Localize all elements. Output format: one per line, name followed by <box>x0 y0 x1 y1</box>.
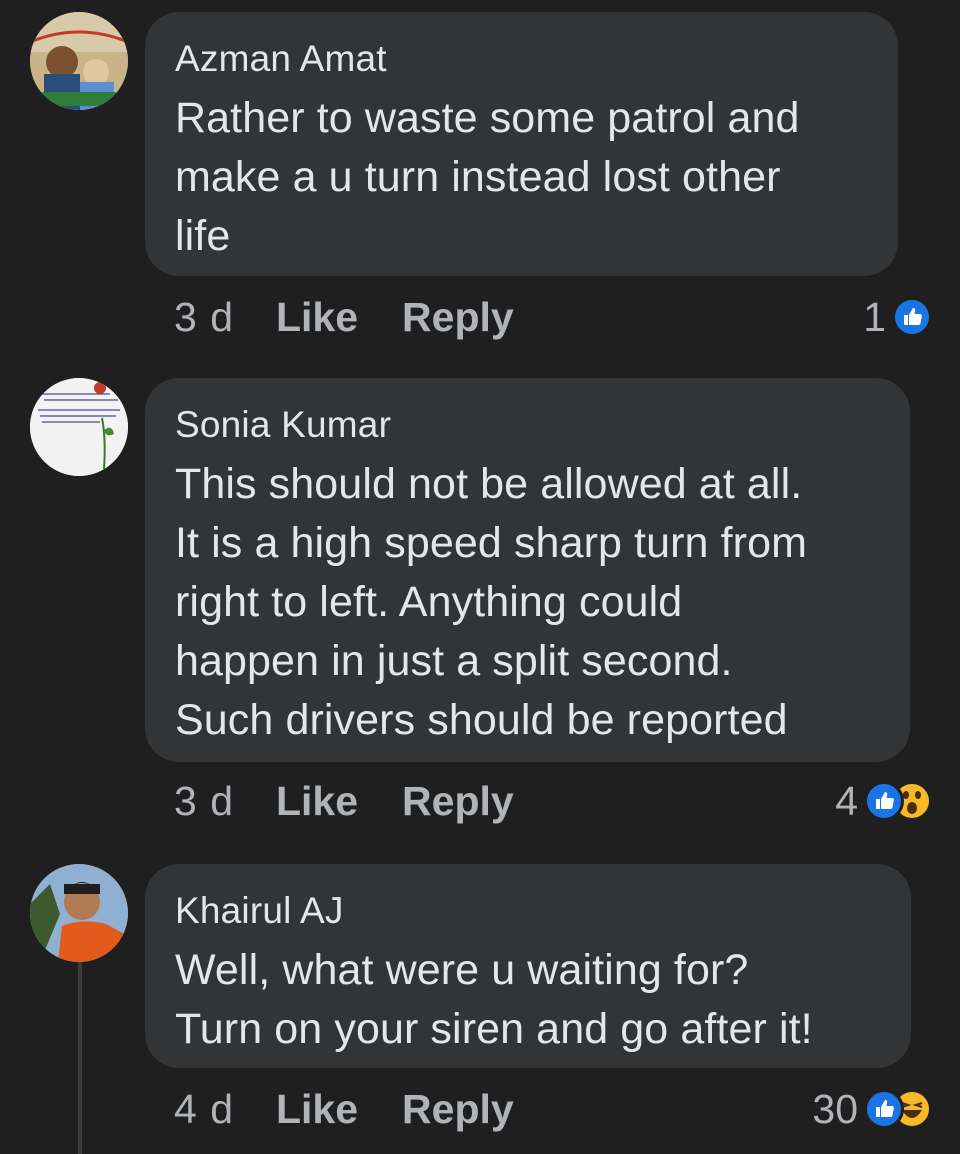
comment-timestamp[interactable]: 3 d <box>174 778 234 825</box>
comment-text: Well, what were u waiting for? Turn on y… <box>175 941 881 1059</box>
comment-bubble: Khairul AJ Well, what were u waiting for… <box>145 864 911 1068</box>
comment-text-line: Turn on your siren and go after it! <box>175 1005 813 1053</box>
like-icon <box>864 781 904 821</box>
reply-button[interactable]: Reply <box>402 1086 514 1133</box>
comment-timestamp[interactable]: 4 d <box>174 1086 234 1133</box>
comment-text-line: Rather to waste some patrol and <box>175 94 800 142</box>
reaction-summary[interactable]: 30 <box>812 1084 932 1134</box>
comment-text-line: right to left. Anything could <box>175 578 683 626</box>
comment-text: Rather to waste some patrol and make a u… <box>175 89 868 266</box>
comment-author[interactable]: Azman Amat <box>175 34 868 84</box>
reply-button[interactable]: Reply <box>402 778 514 825</box>
avatar-photo-icon <box>30 378 128 476</box>
avatar[interactable] <box>30 864 128 962</box>
avatar-photo-icon <box>30 864 128 962</box>
comment-author[interactable]: Khairul AJ <box>175 886 881 936</box>
comment-bubble: Azman Amat Rather to waste some patrol a… <box>145 12 898 276</box>
comment-actions: 3 d Like Reply <box>174 776 514 826</box>
comment-author[interactable]: Sonia Kumar <box>175 400 880 450</box>
comment-text-line: make a u turn instead lost other <box>175 153 781 201</box>
reply-thread-line <box>78 962 82 1154</box>
comment-text-line: Such drivers should be reported <box>175 696 788 744</box>
comment-text-line: Well, what were u waiting for? <box>175 946 749 994</box>
reaction-count: 1 <box>863 293 886 340</box>
reply-button[interactable]: Reply <box>402 294 514 341</box>
reaction-summary[interactable]: 4 <box>835 776 932 826</box>
comment-timestamp[interactable]: 3 d <box>174 294 234 341</box>
avatar-photo-icon <box>30 12 128 110</box>
avatar[interactable] <box>30 378 128 476</box>
like-button[interactable]: Like <box>276 294 358 341</box>
comment-text-line: happen in just a split second. <box>175 637 733 685</box>
like-button[interactable]: Like <box>276 778 358 825</box>
reaction-count: 30 <box>812 1085 858 1132</box>
comment-actions: 4 d Like Reply <box>174 1084 514 1134</box>
reaction-count: 4 <box>835 777 858 824</box>
reaction-summary[interactable]: 1 <box>863 292 932 342</box>
comment-text-line: life <box>175 212 231 260</box>
comment-text-line: This should not be allowed at all. <box>175 460 803 508</box>
comment-text: This should not be allowed at all. It is… <box>175 455 880 750</box>
comment-actions: 3 d Like Reply <box>174 292 514 342</box>
avatar[interactable] <box>30 12 128 110</box>
like-button[interactable]: Like <box>276 1086 358 1133</box>
like-icon <box>864 1089 904 1129</box>
comment-text-line: It is a high speed sharp turn from <box>175 519 808 567</box>
comment-bubble: Sonia Kumar This should not be allowed a… <box>145 378 910 762</box>
like-icon <box>892 297 932 337</box>
